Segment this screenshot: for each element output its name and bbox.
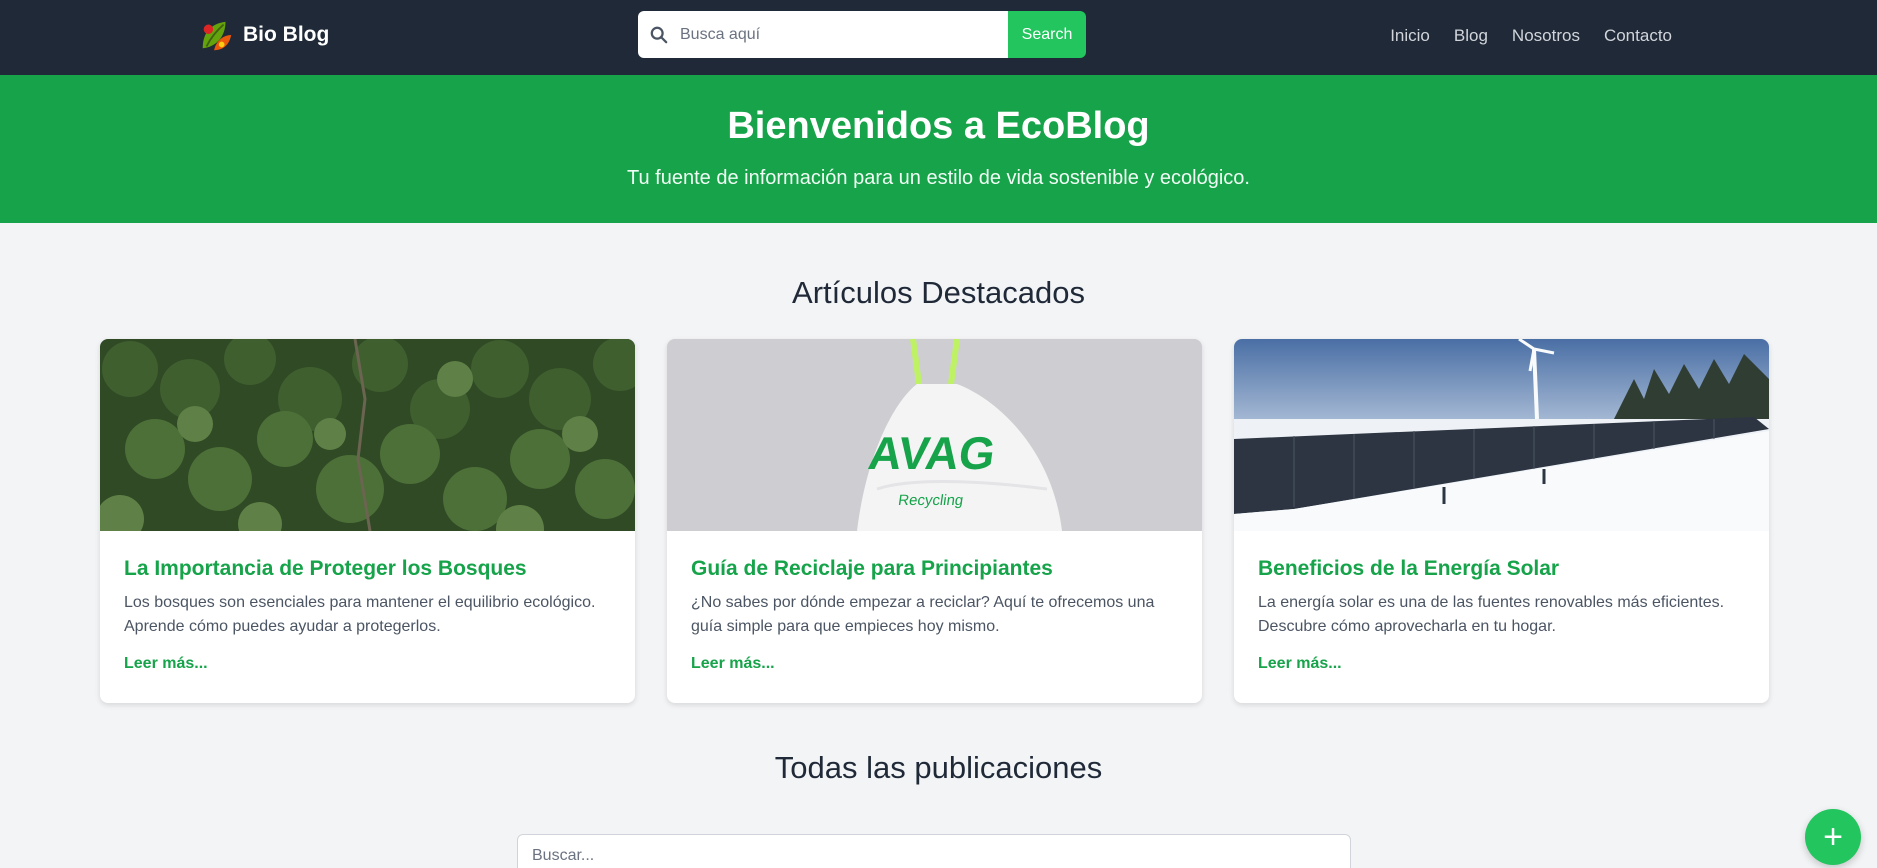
card-body: Guía de Reciclaje para Principiantes ¿No… <box>667 531 1202 699</box>
all-posts-title: Todas las publicaciones <box>774 750 1103 785</box>
featured-section-title: Artículos Destacados <box>792 275 1085 310</box>
read-more-link[interactable]: Leer más... <box>124 655 208 673</box>
featured-cards: La Importancia de Proteger los Bosques L… <box>100 339 1769 703</box>
solar-panels-image <box>1234 339 1769 531</box>
bag-recycling-text: Recycling <box>897 492 964 509</box>
nav-link-nosotros[interactable]: Nosotros <box>1512 26 1580 46</box>
nav-link-contacto[interactable]: Contacto <box>1604 26 1672 46</box>
header-search: Search <box>638 11 1086 58</box>
article-card[interactable]: AVAG Recycling Guía de Reciclaje para Pr… <box>667 339 1202 703</box>
plus-icon: + <box>1823 817 1843 856</box>
recycling-bag-image: AVAG Recycling <box>667 339 1202 531</box>
nav-link-inicio[interactable]: Inicio <box>1390 26 1430 46</box>
brand-name: Bio Blog <box>243 23 330 46</box>
brand[interactable]: Bio Blog <box>197 16 329 54</box>
hero-title: Bienvenidos a EcoBlog <box>727 105 1150 147</box>
card-excerpt: ¿No sabes por dónde empezar a reciclar? … <box>691 594 1155 635</box>
leaf-logo-icon <box>202 21 232 51</box>
search-button[interactable]: Search <box>1008 11 1086 58</box>
top-navbar: Bio Blog Search Inicio Blog Nosotros Con… <box>0 0 1877 75</box>
card-excerpt: La energía solar es una de las fuentes r… <box>1258 594 1725 635</box>
article-card[interactable]: La Importancia de Proteger los Bosques L… <box>100 339 635 703</box>
read-more-link[interactable]: Leer más... <box>691 655 775 673</box>
read-more-link[interactable]: Leer más... <box>1258 655 1342 673</box>
nav-link-blog[interactable]: Blog <box>1454 26 1488 46</box>
card-body: La Importancia de Proteger los Bosques L… <box>100 531 635 699</box>
add-post-button[interactable]: + <box>1805 809 1861 865</box>
hero-banner: Bienvenidos a EcoBlog Tu fuente de infor… <box>0 75 1877 223</box>
search-input[interactable] <box>680 25 980 44</box>
search-field[interactable] <box>638 11 1008 58</box>
hero-subtitle: Tu fuente de información para un estilo … <box>627 167 1250 189</box>
posts-search-field[interactable] <box>517 834 1351 868</box>
card-excerpt: Los bosques son esenciales para mantener… <box>124 594 596 635</box>
card-title[interactable]: Guía de Reciclaje para Principiantes <box>691 557 1178 581</box>
svg-text:AVAG: AVAG <box>865 427 998 479</box>
card-title[interactable]: Beneficios de la Energía Solar <box>1258 557 1745 581</box>
main-nav: Inicio Blog Nosotros Contacto <box>1390 26 1672 46</box>
card-body: Beneficios de la Energía Solar La energí… <box>1234 531 1769 699</box>
search-icon <box>650 26 668 43</box>
posts-search-input[interactable] <box>532 847 1336 865</box>
forest-image <box>100 339 635 531</box>
article-card[interactable]: Beneficios de la Energía Solar La energí… <box>1234 339 1769 703</box>
card-title[interactable]: La Importancia de Proteger los Bosques <box>124 557 611 581</box>
